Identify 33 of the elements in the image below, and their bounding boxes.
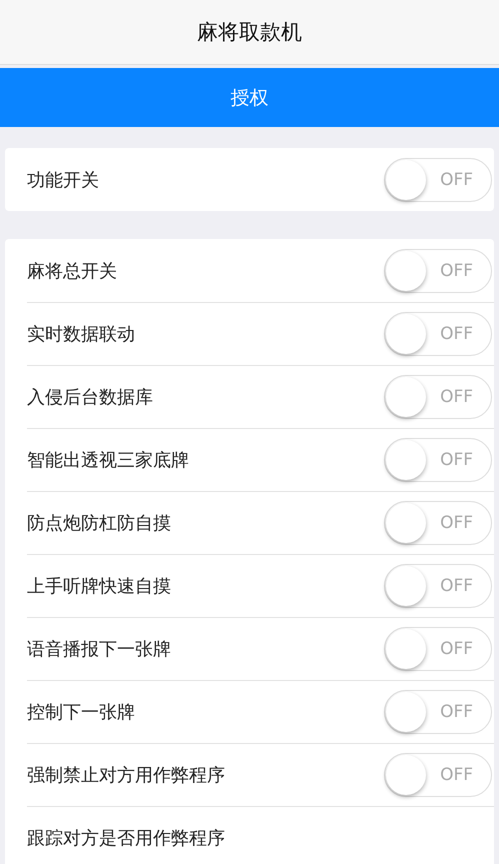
switch-knob — [386, 692, 426, 732]
toggle-switch[interactable]: OFF — [384, 158, 492, 202]
toggle-switch[interactable]: OFF — [384, 753, 492, 797]
switch-knob — [386, 755, 426, 795]
toggle-switch[interactable]: OFF — [384, 438, 492, 482]
toggle-switch[interactable]: OFF — [384, 564, 492, 608]
setting-label: 实时数据联动 — [27, 323, 135, 346]
setting-label: 跟踪对方是否用作弊程序 — [27, 827, 225, 850]
toggle-switch[interactable]: OFF — [384, 627, 492, 671]
setting-label: 功能开关 — [27, 168, 99, 192]
toggle-switch[interactable]: OFF — [384, 248, 492, 292]
toggle-switch[interactable]: OFF — [384, 690, 492, 734]
setting-label: 麻将总开关 — [27, 260, 117, 282]
setting-label: 强制禁止对方用作弊程序 — [27, 764, 225, 787]
setting-label: 防点炮防杠防自摸 — [27, 512, 171, 535]
toggle-switch[interactable]: OFF — [384, 312, 492, 356]
authorize-button[interactable]: 授权 — [0, 68, 499, 127]
switch-knob — [386, 629, 426, 669]
switch-knob — [386, 160, 426, 200]
toggle-switch[interactable]: OFF — [384, 501, 492, 545]
switch-knob — [386, 440, 426, 480]
setting-label: 入侵后台数据库 — [27, 386, 153, 409]
switch-knob — [386, 377, 426, 417]
setting-label: 智能出透视三家底牌 — [27, 449, 189, 472]
switch-knob — [386, 250, 426, 290]
setting-label: 语音播报下一张牌 — [27, 638, 171, 661]
switch-knob — [386, 314, 426, 354]
setting-label: 上手听牌快速自摸 — [27, 575, 171, 598]
page-title: 麻将取款机 — [197, 19, 302, 46]
setting-label: 控制下一张牌 — [27, 701, 135, 724]
switch-knob — [386, 566, 426, 606]
toggle-switch[interactable]: OFF — [384, 375, 492, 419]
switch-knob — [386, 503, 426, 543]
